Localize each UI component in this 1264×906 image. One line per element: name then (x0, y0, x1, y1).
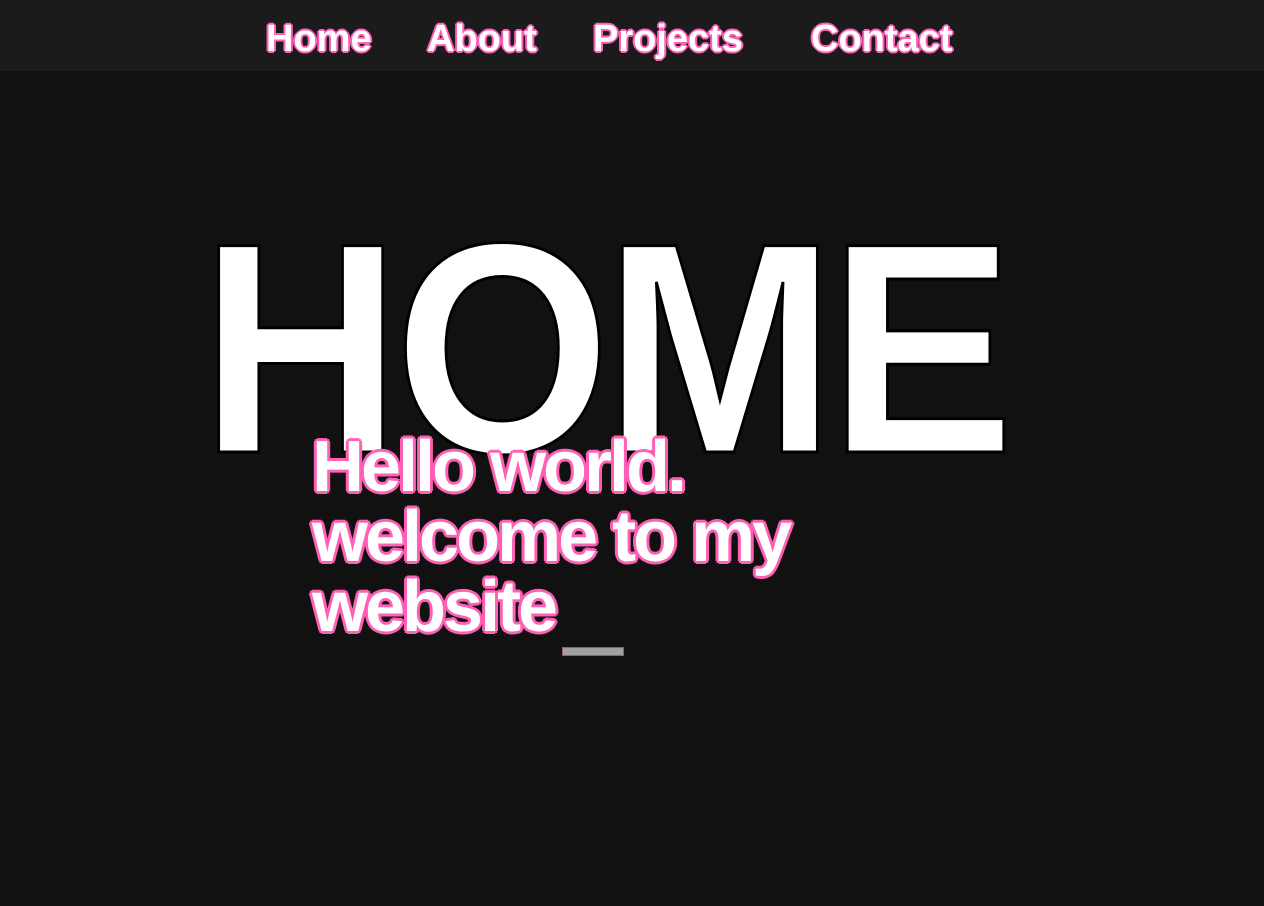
greeting-line: website (312, 567, 558, 647)
greeting-text: Hello world. welcome to my website (312, 427, 872, 647)
top-nav: Home About Projects Contact (0, 0, 1264, 71)
nav-link-projects[interactable]: Projects (593, 18, 743, 61)
typing-cursor (562, 647, 624, 656)
greeting-line: welcome to my (312, 497, 792, 577)
nav-link-contact[interactable]: Contact (811, 18, 952, 61)
nav-link-home[interactable]: Home (266, 18, 372, 61)
nav-link-about[interactable]: About (427, 18, 537, 61)
greeting-line: Hello world. (312, 427, 687, 507)
